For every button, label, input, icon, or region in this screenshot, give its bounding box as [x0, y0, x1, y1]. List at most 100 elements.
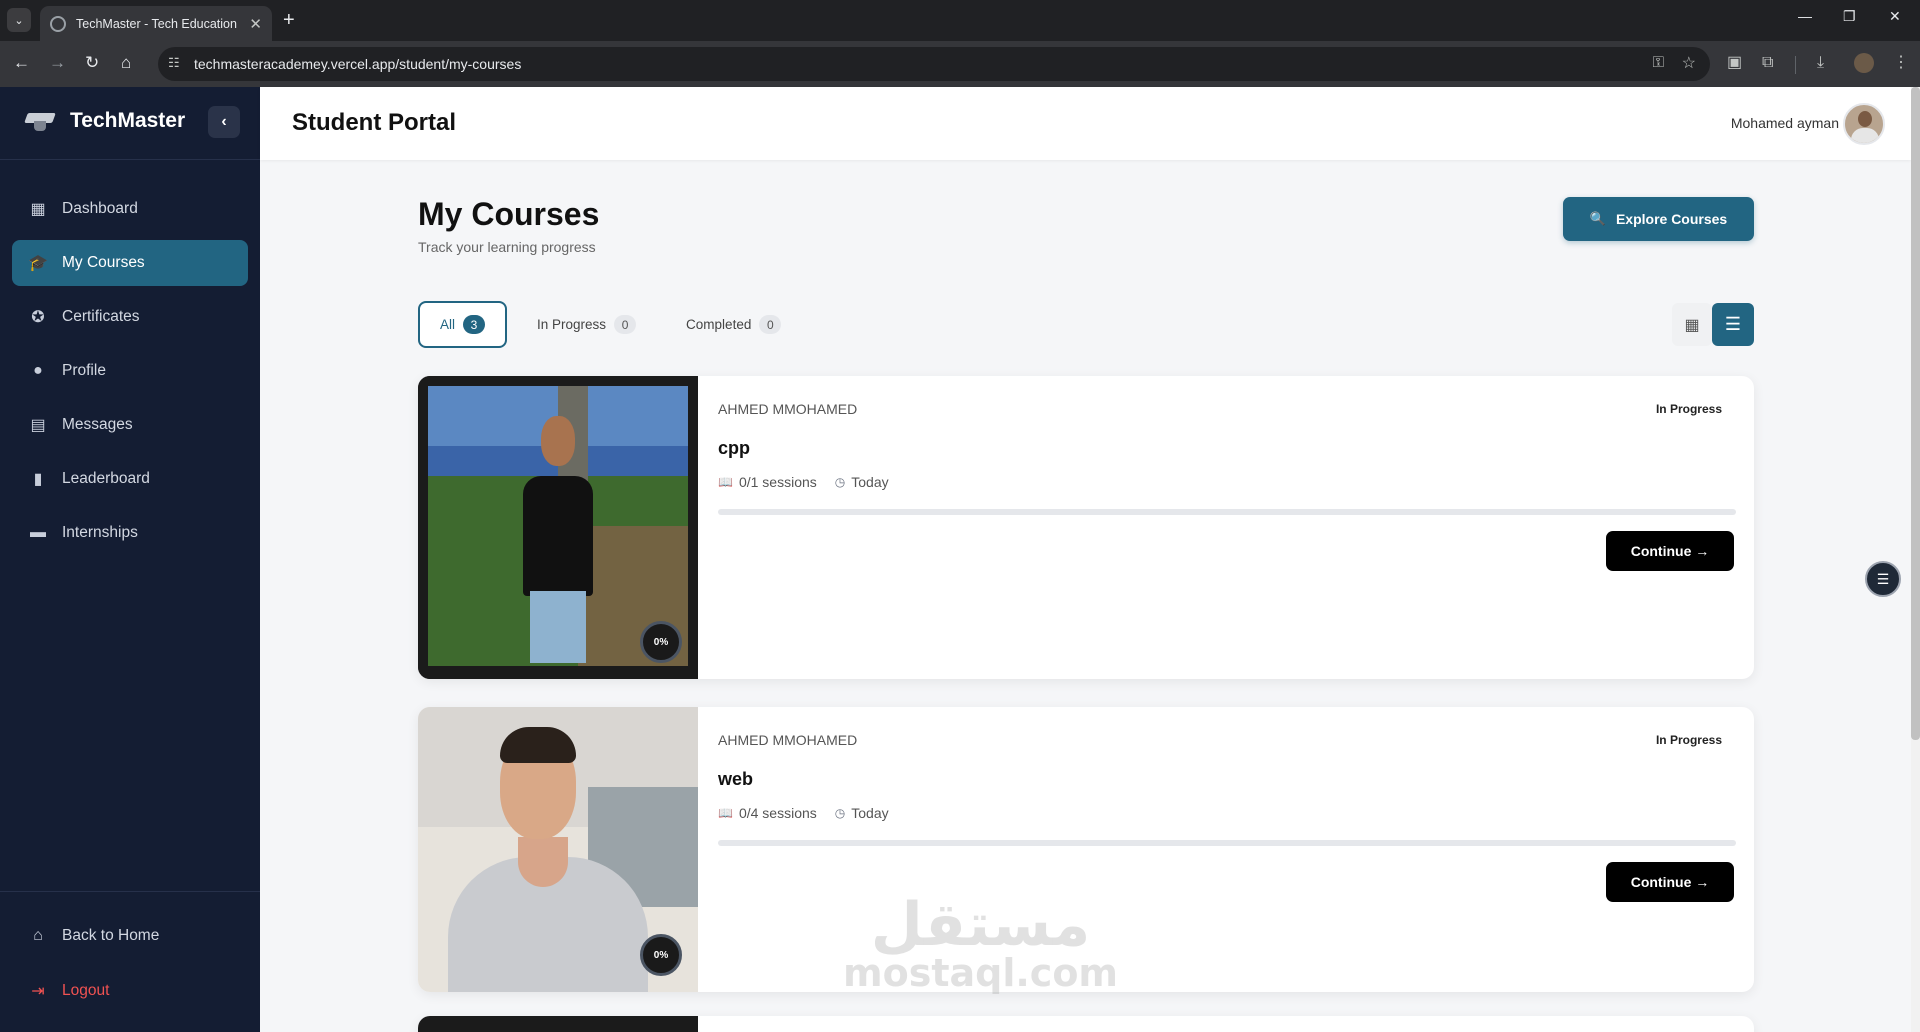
scrollbar-thumb[interactable]	[1911, 87, 1920, 740]
password-key-icon[interactable]: ⚿	[1653, 54, 1664, 71]
course-thumbnail[interactable]: 0%	[418, 707, 698, 992]
course-title[interactable]: cpp	[718, 438, 750, 459]
logout-button[interactable]: ⇥ Logout	[12, 968, 248, 1014]
forward-arrow-icon[interactable]: →	[49, 53, 66, 73]
graduation-cap-icon: 🎓	[28, 255, 48, 272]
filter-label: In Progress	[537, 317, 607, 332]
dashboard-icon: ▦	[30, 201, 46, 218]
book-icon: 📖	[718, 475, 733, 489]
filter-tab-in-progress[interactable]: In Progress 0	[517, 301, 657, 348]
section-title: My Courses	[418, 196, 600, 232]
url-text[interactable]: techmasteracademey.vercel.app/student/my…	[194, 56, 521, 72]
count-badge: 0	[759, 315, 782, 334]
sidebar-item-dashboard[interactable]: ▦ Dashboard	[12, 186, 248, 232]
last-accessed: Today	[851, 805, 889, 821]
media-icon[interactable]: ▣	[1727, 53, 1742, 73]
download-icon[interactable]: ⤓	[1817, 53, 1824, 73]
section-subtitle: Track your learning progress	[418, 239, 596, 255]
sidebar-footer: ⌂ Back to Home ⇥ Logout	[12, 913, 248, 1023]
sidebar-item-label: Internships	[62, 524, 138, 541]
explore-courses-label: Explore Courses	[1615, 211, 1728, 227]
progress-bar	[718, 840, 1736, 846]
course-card[interactable]: 0% AHMED MMOHAMED In Progress web 📖 0/4 …	[418, 707, 1754, 992]
floating-menu-button[interactable]: ☰	[1865, 561, 1901, 597]
bookmark-star-icon[interactable]: ☆	[1682, 53, 1696, 73]
course-card[interactable]	[418, 1016, 1754, 1032]
sidebar-item-certificates[interactable]: ✪ Certificates	[12, 294, 248, 340]
status-badge: In Progress	[1655, 733, 1722, 747]
sidebar-item-label: Leaderboard	[62, 470, 150, 487]
sidebar-item-messages[interactable]: ▤ Messages	[12, 402, 248, 448]
divider	[0, 891, 260, 892]
back-to-home-label: Back to Home	[62, 927, 160, 944]
tab-search-icon[interactable]: ⌄	[7, 8, 31, 32]
filter-tab-all[interactable]: All 3	[418, 301, 508, 348]
page-title: Student Portal	[292, 109, 457, 136]
more-menu-icon[interactable]: ⋮	[1893, 53, 1909, 73]
sidebar-item-label: Profile	[62, 362, 106, 379]
browser-tab[interactable]: TechMaster - Tech Education Pl ✕	[40, 6, 272, 41]
extensions-icon[interactable]: ⧉	[1762, 53, 1773, 73]
course-title[interactable]: web	[718, 769, 753, 790]
course-thumbnail[interactable]: 0%	[418, 376, 698, 679]
sidebar-item-my-courses[interactable]: 🎓 My Courses	[12, 240, 248, 286]
sessions-count: 0/4 sessions	[738, 805, 817, 821]
instructor-name: AHMED MMOHAMED	[718, 401, 858, 417]
brand[interactable]: TechMaster	[24, 107, 186, 135]
status-badge: In Progress	[1655, 402, 1722, 416]
filter-label: Completed	[686, 317, 752, 332]
progress-ring-badge: 0%	[640, 621, 682, 663]
list-settings-icon: ☰	[1876, 570, 1890, 587]
reload-icon[interactable]: ↻	[85, 53, 99, 73]
brand-name: TechMaster	[70, 109, 186, 132]
list-icon: ☰	[1724, 314, 1742, 334]
list-view-button[interactable]: ☰	[1712, 303, 1754, 346]
bar-chart-icon: ▮	[33, 471, 43, 488]
count-badge: 3	[463, 315, 486, 334]
grid-view-button[interactable]: ▦	[1672, 303, 1712, 346]
restore-icon[interactable]: ❐	[1843, 8, 1856, 25]
avatar[interactable]	[1843, 103, 1885, 145]
sidebar: TechMaster ‹ ▦ Dashboard 🎓 My Courses ✪ …	[0, 87, 260, 1032]
top-header: Student Portal Mohamed ayman	[260, 87, 1911, 160]
tab-title: TechMaster - Tech Education Pl	[76, 16, 242, 31]
new-tab-button[interactable]: +	[283, 9, 295, 31]
browser-tab-bar: ⌄ TechMaster - Tech Education Pl ✕ + — ❐…	[0, 0, 1920, 41]
filter-tab-completed[interactable]: Completed 0	[666, 301, 802, 348]
message-icon: ▤	[30, 417, 46, 434]
continue-button[interactable]: Continue →	[1606, 862, 1734, 902]
sidebar-item-leaderboard[interactable]: ▮ Leaderboard	[12, 456, 248, 502]
user-icon: ●	[33, 362, 43, 379]
instructor-name: AHMED MMOHAMED	[718, 732, 858, 748]
course-thumbnail[interactable]	[418, 1016, 698, 1032]
course-meta: 📖 0/4 sessions ◷ Today	[718, 805, 889, 821]
sidebar-item-profile[interactable]: ● Profile	[12, 348, 248, 394]
continue-button[interactable]: Continue →	[1606, 531, 1734, 571]
globe-icon	[50, 15, 66, 32]
site-info-icon[interactable]: ☷	[168, 55, 180, 71]
filter-tabs: All 3 In Progress 0 Completed 0	[418, 301, 811, 348]
home-icon[interactable]: ⌂	[121, 53, 131, 73]
sidebar-item-label: My Courses	[62, 254, 145, 271]
filter-label: All	[440, 317, 456, 332]
back-to-home-link[interactable]: ⌂ Back to Home	[12, 913, 248, 959]
close-tab-icon[interactable]: ✕	[249, 15, 262, 33]
browser-toolbar: ← → ↻ ⌂ ☷ techmasteracademey.vercel.app/…	[0, 41, 1920, 87]
certificate-icon: ✪	[31, 309, 45, 326]
sessions-count: 0/1 sessions	[738, 474, 817, 490]
explore-courses-button[interactable]: 🔍 Explore Courses	[1563, 197, 1754, 241]
sidebar-item-internships[interactable]: ▬ Internships	[12, 510, 248, 556]
divider	[0, 159, 260, 160]
back-arrow-icon[interactable]: ←	[13, 53, 30, 73]
course-card[interactable]: 0% AHMED MMOHAMED In Progress cpp 📖 0/1 …	[418, 376, 1754, 679]
toolbar-divider	[1795, 56, 1796, 74]
window-close-icon[interactable]: ✕	[1889, 8, 1901, 25]
progress-bar	[718, 509, 1736, 515]
browser-profile-avatar[interactable]	[1854, 53, 1874, 73]
minimize-icon[interactable]: —	[1798, 8, 1812, 24]
sidebar-nav: ▦ Dashboard 🎓 My Courses ✪ Certificates …	[12, 186, 248, 564]
address-bar[interactable]: ☷ techmasteracademey.vercel.app/student/…	[158, 47, 1710, 81]
sidebar-item-label: Messages	[62, 416, 133, 433]
user-name[interactable]: Mohamed ayman	[1731, 115, 1839, 131]
collapse-sidebar-button[interactable]: ‹	[208, 106, 240, 138]
